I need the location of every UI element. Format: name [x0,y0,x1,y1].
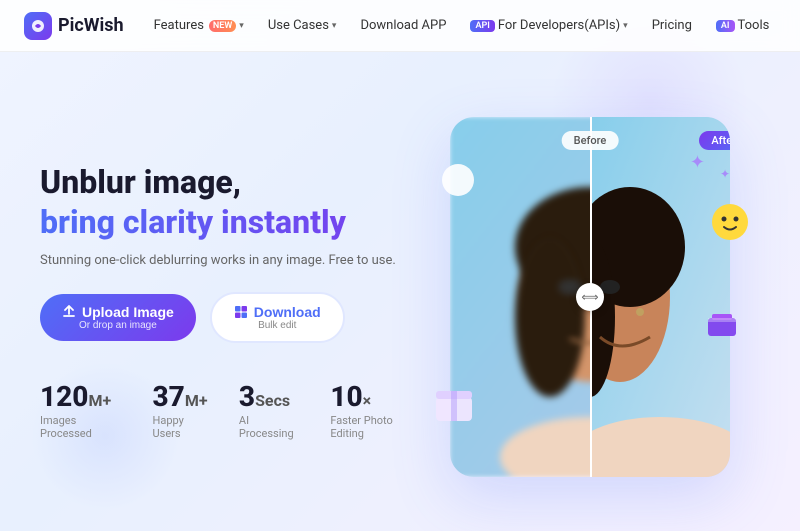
ai-badge: AI [716,20,735,32]
upload-sub-text: Or drop an image [79,320,157,331]
nav-item-pricing[interactable]: Pricing [642,12,702,39]
nav-item-tools[interactable]: AI Tools [706,12,779,39]
brand-name: PicWish [58,15,124,36]
hero-right: ✈️ ✦ ✦ 👍 🧸 [420,82,760,511]
hero-left: Unblur image, bring clarity instantly St… [40,82,420,511]
hero-subtitle: Stunning one-click deblurring works in a… [40,253,420,268]
nav-item-use-cases[interactable]: Use Cases ▾ [258,12,347,39]
nav-items: Features NEW ▾ Use Cases ▾ Download APP … [144,12,780,39]
stats-section: 120M+ Images Processed 37M+ Happy Users … [40,383,420,440]
hero-title-line2: bring clarity instantly [40,203,420,241]
after-badge: After [699,131,730,150]
stat-faster-editing: 10× Faster Photo Editing [330,383,420,440]
main-content: Unblur image, bring clarity instantly St… [0,52,800,531]
nav-item-developers[interactable]: API For Developers(APIs) ▾ [460,12,637,39]
windows-icon [234,305,248,319]
navbar: PicWish Features NEW ▾ Use Cases ▾ Downl… [0,0,800,52]
chevron-down-icon: ▾ [332,21,337,31]
star-decoration-2: ✦ [720,167,730,181]
star-decoration-1: ✦ [690,152,705,173]
api-badge: API [470,20,494,32]
after-image [590,117,730,477]
chevron-down-icon: ▾ [239,21,244,31]
plane-decoration: ✈️ [440,162,476,204]
gift-decoration: 👍 [704,302,740,344]
chevron-down-icon: ▾ [623,21,628,31]
new-badge: NEW [209,20,236,32]
stat-images-processed: 120M+ Images Processed [40,383,123,440]
download-sub-text: Bulk edit [258,320,296,331]
hero-title-line1: Unblur image, [40,163,420,201]
cta-buttons: Upload Image Or drop an image Download B… [40,292,420,343]
stat-happy-users: 37M+ Happy Users [153,383,209,440]
before-after-image: ⟺ Before After [450,117,730,477]
before-badge: Before [562,131,619,150]
divider-handle[interactable]: ⟺ [576,283,604,311]
logo[interactable]: PicWish [24,12,124,40]
emoji-face-decoration [710,202,750,249]
box-decoration: 🧸 [430,377,478,431]
download-button[interactable]: Download Bulk edit [210,292,345,343]
nav-item-features[interactable]: Features NEW ▾ [144,12,254,39]
stat-ai-processing: 3Secs AI Processing [239,383,300,440]
upload-icon [62,305,76,319]
logo-icon [24,12,52,40]
nav-item-download[interactable]: Download APP [350,12,456,39]
upload-image-button[interactable]: Upload Image Or drop an image [40,294,196,341]
